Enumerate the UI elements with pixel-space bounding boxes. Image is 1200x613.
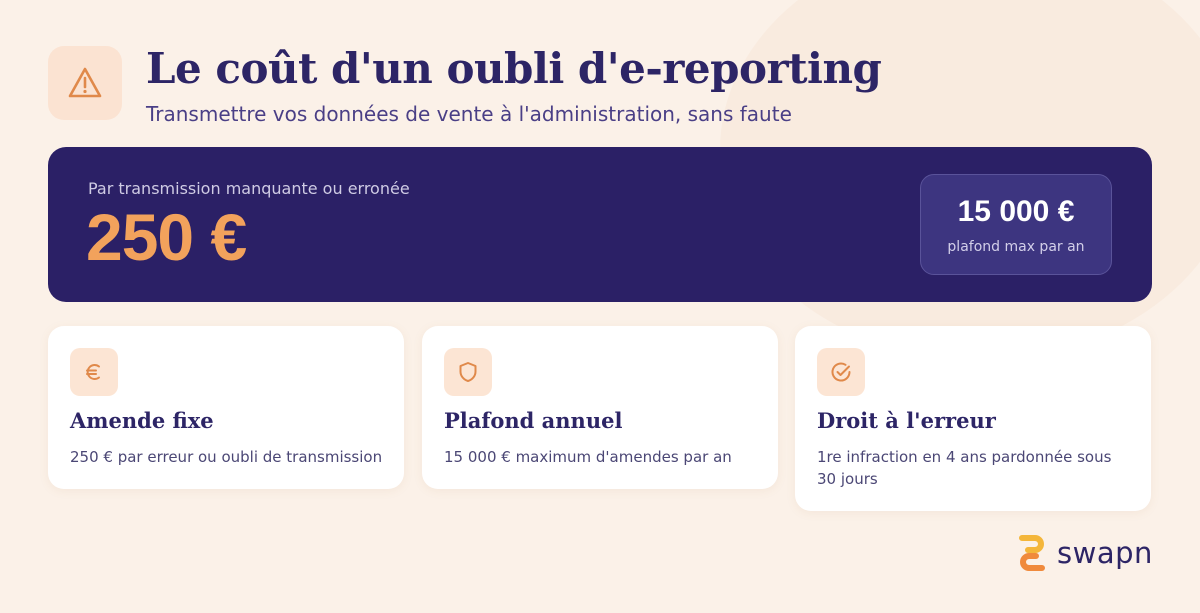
shield-icon-box <box>444 348 492 396</box>
fine-amount: 250 € <box>86 200 247 274</box>
annual-cap-box: 15 000 € plafond max par an <box>920 174 1112 275</box>
check-circle-icon <box>831 362 851 382</box>
fine-banner: Par transmission manquante ou erronée 25… <box>48 147 1152 302</box>
swapn-logo: swapn <box>1017 535 1153 571</box>
page-subtitle: Transmettre vos données de vente à l'adm… <box>146 102 792 127</box>
cap-value: 15 000 € <box>957 194 1075 228</box>
warning-icon-box <box>48 46 122 120</box>
card-description: 250 € par erreur ou oubli de transmissio… <box>70 448 383 466</box>
card-description: 15 000 € maximum d'amendes par an <box>444 448 732 466</box>
check-circle-icon-box <box>817 348 865 396</box>
header: Le coût d'un oubli d'e-reporting Transme… <box>48 44 882 127</box>
brand-name: swapn <box>1057 536 1153 570</box>
card-fixed-fine: Amende fixe 250 € par erreur ou oubli de… <box>48 326 404 489</box>
card-title: Droit à l'erreur <box>817 408 996 433</box>
euro-icon-box <box>70 348 118 396</box>
page-title: Le coût d'un oubli d'e-reporting <box>146 44 882 93</box>
euro-icon <box>86 364 100 380</box>
card-right-to-error: Droit à l'erreur 1re infraction en 4 ans… <box>795 326 1151 511</box>
swapn-logo-icon <box>1019 535 1045 571</box>
warning-icon <box>68 67 102 98</box>
card-annual-cap: Plafond annuel 15 000 € maximum d'amende… <box>422 326 778 489</box>
card-title: Amende fixe <box>70 408 214 433</box>
shield-icon <box>459 362 477 382</box>
card-description: 1re infraction en 4 ans pardonnée sous 3… <box>817 448 1112 488</box>
banner-label: Par transmission manquante ou erronée <box>88 179 410 198</box>
cap-label: plafond max par an <box>947 238 1085 255</box>
card-title: Plafond annuel <box>444 408 623 433</box>
